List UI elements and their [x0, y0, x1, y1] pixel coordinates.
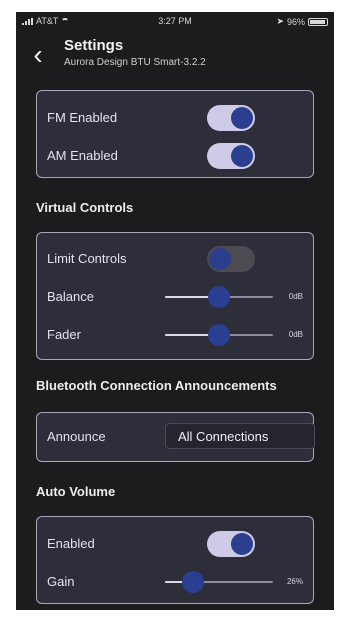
page-title: Settings [64, 37, 124, 54]
bluetooth-card: Announce All Connections [36, 412, 315, 462]
limit-row: Limit Controls [47, 246, 303, 272]
fm-row: FM Enabled [47, 105, 303, 131]
nav-bar: ‹ Settings Aurora Design BTU Smart-3.2.2 [16, 32, 334, 78]
radio-card: FM Enabled AM Enabled [36, 90, 314, 178]
enabled-label: Enabled [47, 536, 95, 551]
location-icon: ➤ [276, 16, 284, 26]
balance-slider[interactable] [165, 286, 273, 308]
announce-select[interactable]: All Connections [165, 423, 315, 449]
slider-thumb[interactable] [208, 324, 230, 346]
fm-toggle[interactable] [207, 105, 255, 131]
auto-volume-card: Enabled Gain 26% [36, 516, 314, 604]
chevron-left-icon: ‹ [33, 39, 43, 70]
limit-label: Limit Controls [47, 251, 127, 266]
balance-label: Balance [47, 289, 94, 304]
auto-volume-header: Auto Volume [36, 484, 116, 499]
am-row: AM Enabled [47, 143, 303, 169]
balance-value: 0dB [288, 292, 303, 301]
fm-label: FM Enabled [47, 110, 118, 125]
balance-row: Balance 0dB [47, 286, 303, 308]
fader-label: Fader [47, 327, 81, 342]
battery-percent: 96% [286, 16, 305, 27]
toggle-knob [231, 533, 253, 555]
status-bar: AT&T 3:27 PM ➤ 96% [16, 12, 334, 32]
page-subtitle: Aurora Design BTU Smart-3.2.2 [64, 57, 206, 68]
gain-value: 26% [286, 577, 303, 586]
toggle-knob [209, 248, 231, 270]
announce-value: All Connections [178, 429, 269, 444]
am-label: AM Enabled [47, 148, 118, 163]
toggle-knob [231, 107, 253, 129]
gain-label: Gain [47, 574, 75, 589]
back-button[interactable]: ‹ [28, 41, 48, 69]
toggle-knob [231, 145, 253, 167]
am-toggle[interactable] [207, 143, 255, 169]
announce-label: Announce [47, 429, 106, 444]
fader-row: Fader 0dB [47, 324, 303, 346]
fader-value: 0dB [288, 330, 303, 339]
gain-row: Gain 26% [47, 571, 303, 593]
enabled-row: Enabled [47, 531, 303, 557]
fader-slider[interactable] [165, 324, 273, 346]
limit-toggle[interactable] [207, 246, 255, 272]
slider-thumb[interactable] [208, 286, 230, 308]
bluetooth-header: Bluetooth Connection Announcements [36, 378, 277, 393]
virtual-controls-card: Limit Controls Balance 0dB Fader 0dB [36, 232, 314, 360]
virtual-controls-header: Virtual Controls [36, 200, 134, 215]
phone-screen: AT&T 3:27 PM ➤ 96% ‹ Settings Aurora Des… [16, 12, 334, 610]
gain-slider[interactable] [165, 571, 273, 593]
slider-thumb[interactable] [182, 571, 205, 593]
battery-icon [308, 17, 328, 26]
auto-volume-toggle[interactable] [207, 531, 255, 557]
announce-row: Announce All Connections [47, 423, 315, 449]
